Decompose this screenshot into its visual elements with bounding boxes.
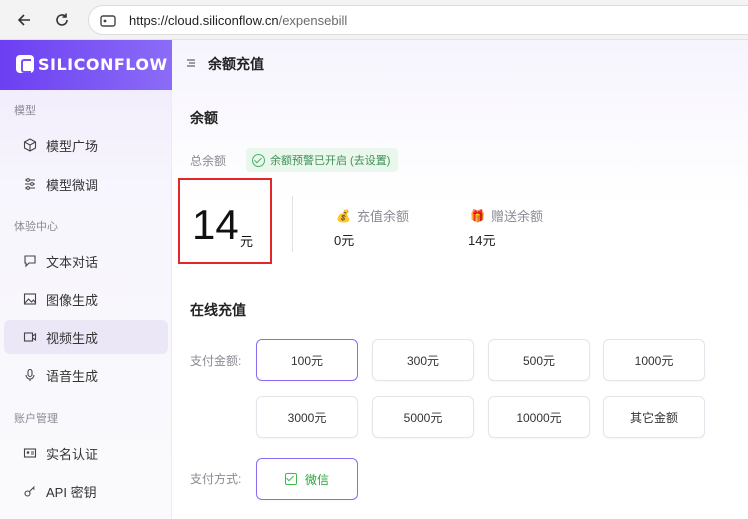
amount-option[interactable]: 10000元 — [488, 396, 590, 438]
total-balance-label: 总余额 — [190, 154, 227, 168]
main-content: 余额充值 余额 总余额 余额预警已开启 (去设置) 14 元 💰 充值余额 0元… — [172, 40, 748, 519]
payment-wechat-button[interactable]: 微信 — [256, 458, 358, 500]
siliconflow-logo-icon — [16, 55, 34, 73]
total-balance-unit: 元 — [240, 234, 254, 249]
gift-balance-text: 赠送余额 — [490, 209, 543, 224]
wechat-icon — [284, 473, 297, 485]
amount-option[interactable]: 5000元 — [372, 396, 474, 438]
money-bag-icon: 💰 — [336, 208, 351, 223]
logo[interactable]: SILICONFLOW — [16, 54, 168, 74]
amount-option[interactable]: 300元 — [372, 339, 474, 381]
divider — [292, 196, 293, 252]
balance-alert-text: 余额预警已开启 (去设置) — [270, 155, 391, 167]
sidebar-item-video-gen[interactable]: 视频生成 — [4, 320, 168, 354]
total-balance-highlight: 14 元 — [178, 178, 272, 264]
gift-balance-label: 🎁 赠送余额 — [470, 206, 543, 225]
video-icon — [22, 329, 38, 345]
cube-icon — [22, 137, 38, 153]
url-text: https://cloud.siliconflow.cn/expensebill — [129, 13, 348, 28]
amount-option-custom[interactable]: 其它金额 — [603, 396, 705, 438]
sidebar-item-realname[interactable]: 实名认证 — [4, 436, 168, 470]
amount-option[interactable]: 500元 — [488, 339, 590, 381]
chat-icon — [22, 253, 38, 269]
amount-label: 支付金额: — [190, 354, 242, 368]
address-bar[interactable]: https://cloud.siliconflow.cn/expensebill — [88, 5, 748, 35]
sidebar-item-label: 图像生成 — [46, 292, 99, 308]
logo-text: SILICONFLOW — [38, 54, 168, 74]
sidebar-item-label: 模型广场 — [46, 138, 99, 154]
recharge-balance-text: 充值余额 — [356, 209, 409, 224]
section-title-models: 模型 — [14, 105, 36, 117]
sidebar-item-label: 文本对话 — [46, 254, 99, 270]
recharge-balance-value: 0元 — [334, 233, 355, 248]
sidebar-item-image-gen[interactable]: 图像生成 — [4, 282, 168, 316]
gift-icon: 🎁 — [470, 208, 485, 223]
wechat-label: 微信 — [304, 472, 329, 487]
sidebar: SILICONFLOW 模型 模型广场 模型微调 体验中心 文本对话 图像生成 … — [0, 40, 172, 519]
site-info-icon[interactable] — [99, 12, 117, 30]
sidebar-item-model-square[interactable]: 模型广场 — [4, 128, 168, 162]
image-icon — [22, 291, 38, 307]
sidebar-item-label: 视频生成 — [46, 330, 99, 346]
key-icon — [22, 483, 38, 499]
page-title: 余额充值 — [208, 56, 264, 72]
balance-section-title: 余额 — [190, 110, 218, 126]
amount-option[interactable]: 100元 — [256, 339, 358, 381]
sidebar-item-label: API 密钥 — [46, 484, 97, 500]
sidebar-item-text-chat[interactable]: 文本对话 — [4, 244, 168, 278]
menu-collapse-icon[interactable] — [186, 57, 198, 71]
sidebar-item-label: 实名认证 — [46, 446, 99, 462]
page-header: 余额充值 — [186, 54, 264, 74]
sidebar-item-voice-gen[interactable]: 语音生成 — [4, 358, 168, 392]
browser-toolbar: https://cloud.siliconflow.cn/expensebill — [0, 0, 748, 40]
sidebar-item-label: 模型微调 — [46, 177, 99, 193]
reload-icon[interactable] — [50, 8, 74, 32]
check-circle-icon — [252, 153, 265, 167]
id-card-icon — [22, 445, 38, 461]
sidebar-item-api-key[interactable]: API 密钥 — [4, 474, 168, 508]
back-arrow-icon[interactable] — [12, 8, 36, 32]
online-recharge-title: 在线充值 — [190, 302, 246, 318]
tune-icon — [22, 176, 38, 192]
mic-icon — [22, 367, 38, 383]
section-title-experience: 体验中心 — [14, 221, 58, 233]
section-title-account: 账户管理 — [14, 413, 58, 425]
balance-alert-tag[interactable]: 余额预警已开启 (去设置) — [246, 148, 399, 172]
total-balance-value: 14 — [192, 201, 239, 248]
gift-balance-value: 14元 — [468, 233, 496, 248]
recharge-balance-label: 💰 充值余额 — [336, 206, 409, 225]
sidebar-item-label: 语音生成 — [46, 368, 99, 384]
sidebar-item-model-finetune[interactable]: 模型微调 — [4, 167, 168, 201]
amount-option[interactable]: 1000元 — [603, 339, 705, 381]
amount-option[interactable]: 3000元 — [256, 396, 358, 438]
payment-method-label: 支付方式: — [190, 472, 242, 486]
